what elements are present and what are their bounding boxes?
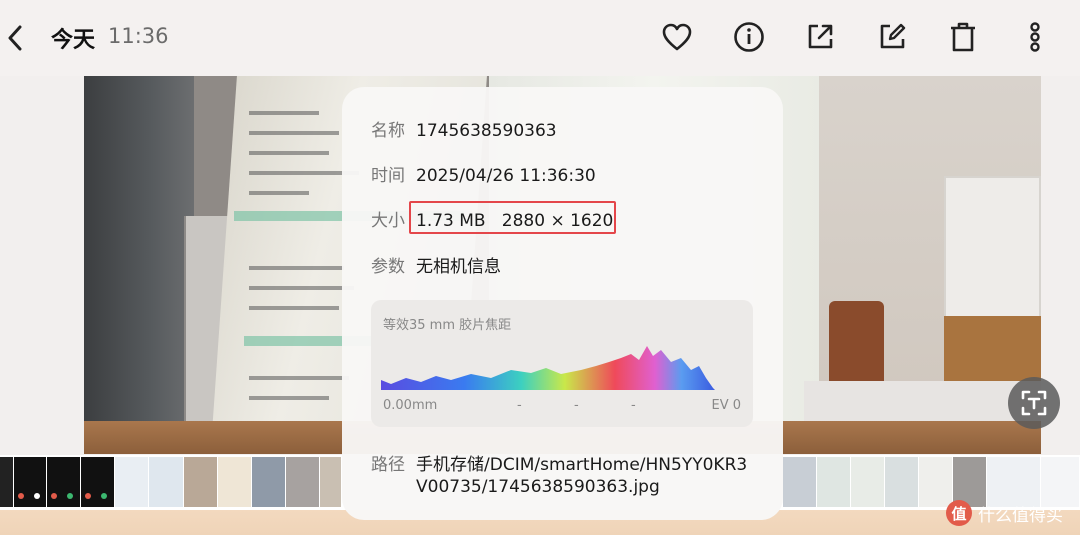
histogram-placeholder: -: [517, 398, 522, 413]
back-icon[interactable]: [4, 22, 26, 54]
detail-value: 无相机信息: [416, 257, 501, 277]
detail-label: 路径: [371, 455, 405, 475]
histogram-panel: 等效35 mm 胶片焦距 0.00mm - - - EV 0: [371, 300, 753, 427]
detail-label: 大小: [371, 211, 405, 231]
photo-book-text: [249, 151, 329, 155]
thumbnail[interactable]: [184, 457, 218, 507]
thumbnail[interactable]: [286, 457, 320, 507]
detail-row-size: 大小 1.73 MB 2880 × 1620: [371, 206, 613, 231]
photo-book-text: [249, 111, 319, 115]
page-time: 11:36: [108, 24, 169, 48]
histogram-title: 等效35 mm 胶片焦距: [383, 318, 512, 333]
watermark-logo-icon: 值: [946, 500, 972, 526]
photo-book-text: [249, 286, 354, 290]
watermark-text: 什么值得买: [978, 505, 1063, 526]
photo-book-text: [249, 376, 349, 380]
heart-icon[interactable]: [660, 20, 694, 54]
histogram-graph: [381, 346, 715, 390]
share-icon[interactable]: [803, 20, 837, 54]
site-watermark: 值 什么值得买: [946, 498, 1063, 528]
photo-wood-cabinet: [944, 316, 1041, 386]
detail-row-name: 名称 1745638590363: [371, 116, 557, 141]
thumbnail[interactable]: [14, 457, 47, 507]
thumbnail[interactable]: [783, 457, 817, 507]
thumbnail[interactable]: [149, 457, 184, 507]
edit-icon[interactable]: [875, 20, 909, 54]
detail-value: 2025/04/26 11:36:30: [416, 166, 596, 186]
histogram-left-label: 0.00mm: [383, 398, 438, 413]
photo-book-text: [249, 191, 309, 195]
photo-book-text: [249, 266, 344, 270]
photo-book-text: [249, 306, 339, 310]
thumbnail[interactable]: [0, 457, 14, 507]
detail-label: 名称: [371, 121, 405, 141]
photo-book-text: [249, 396, 329, 400]
histogram-right-label: EV 0: [711, 398, 741, 413]
thumbnail[interactable]: [885, 457, 919, 507]
delete-icon[interactable]: [946, 20, 980, 54]
photo-dark-area: [84, 76, 194, 454]
detail-value: 1745638590363: [416, 121, 557, 141]
thumbnail[interactable]: [81, 457, 115, 507]
detail-label: 时间: [371, 166, 405, 186]
thumbnail[interactable]: [218, 457, 252, 507]
detail-row-params: 参数 无相机信息: [371, 252, 501, 277]
thumbnail[interactable]: [252, 457, 286, 507]
more-icon[interactable]: [1018, 20, 1052, 54]
detail-row-time: 时间 2025/04/26 11:36:30: [371, 161, 596, 186]
thumbnail[interactable]: [817, 457, 851, 507]
photo-book-text: [249, 131, 339, 135]
histogram-footer: 0.00mm - - - EV 0: [383, 398, 741, 416]
histogram-placeholder: -: [574, 398, 579, 413]
thumbnail[interactable]: [851, 457, 885, 507]
scan-text-icon: [1021, 390, 1047, 416]
histogram-placeholder: -: [631, 398, 636, 413]
detail-row-path: 路径 手机存储/DCIM/smartHome/HN5YY0KR3V00735/1…: [371, 454, 756, 498]
thumbnail[interactable]: [115, 457, 149, 507]
photo-details-card: 名称 1745638590363 时间 2025/04/26 11:36:30 …: [342, 87, 783, 520]
info-icon[interactable]: [732, 20, 766, 54]
scan-text-button[interactable]: [1008, 377, 1060, 429]
thumbnail[interactable]: [320, 457, 342, 507]
detail-value: 手机存储/DCIM/smartHome/HN5YY0KR3V00735/1745…: [416, 455, 748, 497]
page-title: 今天: [51, 28, 96, 53]
thumbnail[interactable]: [47, 457, 81, 507]
detail-value: 1.73 MB 2880 × 1620: [416, 211, 614, 231]
top-bar: 今天 11:36: [0, 0, 1080, 76]
detail-label: 参数: [371, 257, 405, 277]
